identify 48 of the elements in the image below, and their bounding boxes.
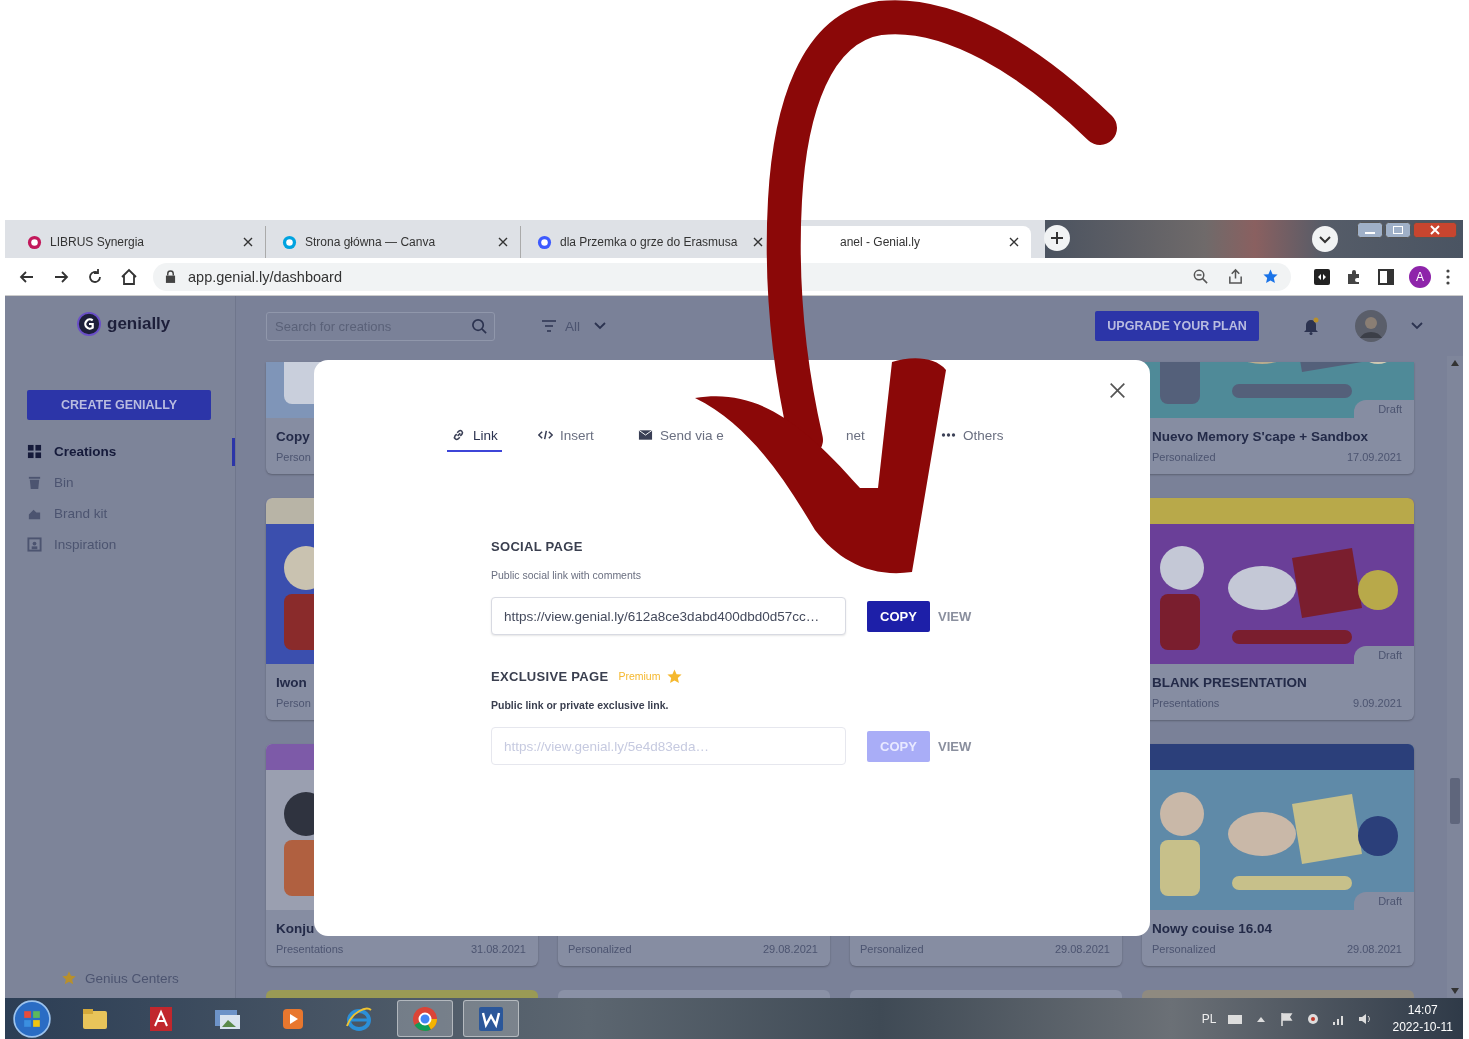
copy-button[interactable]: COPY <box>867 600 930 632</box>
card-type: Presentations <box>1152 696 1220 710</box>
view-link[interactable]: VIEW <box>938 608 972 624</box>
card-title: BLANK PRESENTATION <box>1152 674 1307 692</box>
card-date: 29.08.2021 <box>762 942 818 956</box>
link-field[interactable]: https://view.genial.ly/612a8ce3dabd400dbd0d57cc… <box>491 597 846 635</box>
profile-avatar[interactable]: A <box>1409 265 1431 288</box>
card-date: 31.08.2021 <box>470 942 526 956</box>
section-description: Public link or private exclusive link. <box>491 698 669 712</box>
share-tab[interactable]: Link <box>447 426 502 452</box>
card-title: Copy <box>276 428 310 446</box>
draft-badge: Draft <box>1354 646 1414 664</box>
card-title: Konju <box>276 920 315 938</box>
clock-time: 14:07 <box>1407 1001 1438 1019</box>
card-date: 29.08.2021 <box>1054 942 1110 956</box>
card-type: Presentations <box>276 942 344 956</box>
share-tab[interactable]: Insert <box>534 426 598 452</box>
card-type: Personalized <box>1152 942 1216 956</box>
draft-badge: Draft <box>1354 400 1414 418</box>
card-date: 29.08.2021 <box>1346 942 1402 956</box>
share-tab[interactable]: net <box>842 426 869 452</box>
card-date: 17.09.2021 <box>1346 450 1402 464</box>
sidebar-item[interactable]: Creations <box>27 436 235 467</box>
premium-label: Premium <box>618 670 661 682</box>
clock-date: 2022-10-11 <box>1392 1018 1453 1036</box>
logo-text: genially <box>107 314 171 334</box>
share-tab[interactable]: Send via e <box>634 426 728 452</box>
card-type: Personalized <box>568 942 632 956</box>
card-type: Personalized <box>1152 450 1216 464</box>
creation-card[interactable]: Draft Nowy couise 16.04 Personalized 29.08.2021 <box>1142 744 1414 966</box>
share-tab[interactable]: Others <box>937 426 1008 452</box>
card-date: 9.09.2021 <box>1353 696 1402 710</box>
card-title: Nuevo Memory S'cape + Sandbox <box>1152 428 1368 446</box>
section-description: Public social link with comments <box>491 568 641 582</box>
card-title: Nowy couise 16.04 <box>1152 920 1273 938</box>
address-field[interactable]: app.genial.ly/dashboard <box>153 262 1291 291</box>
section-title: EXCLUSIVE PAGE <box>491 668 609 684</box>
upgrade-button[interactable]: UPGRADE YOUR PLAN <box>1095 311 1259 341</box>
draft-badge: Draft <box>1354 892 1414 910</box>
section-title: SOCIAL PAGE <box>491 538 583 554</box>
view-link[interactable]: VIEW <box>938 738 972 754</box>
clock[interactable]: 14:07 2022-10-11 <box>1392 1001 1453 1036</box>
card-title: Iwon <box>276 674 307 692</box>
card-type: Person <box>276 450 311 464</box>
card-type: Person <box>276 696 311 710</box>
language-indicator[interactable]: PL <box>1201 1011 1217 1026</box>
card-type: Personalized <box>860 942 924 956</box>
create-button[interactable]: CREATE GENIALLY <box>27 390 211 420</box>
